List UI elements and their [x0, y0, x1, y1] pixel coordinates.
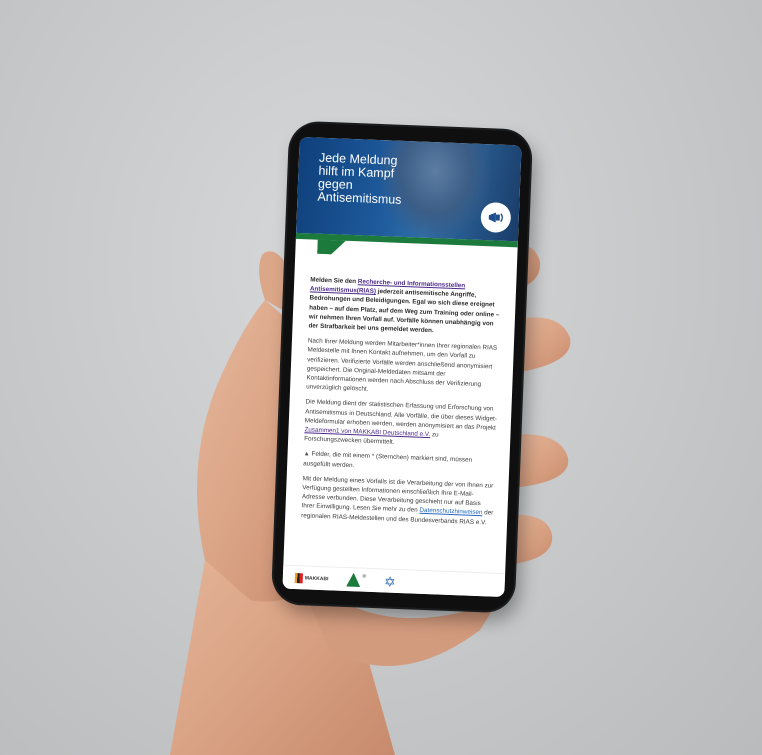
warning-icon: ▲ [303, 450, 310, 458]
privacy-paragraph: Mit der Meldung eines Vorfalls ist die V… [301, 474, 495, 527]
research-paragraph: Die Meldung dient der statistischen Erfa… [304, 398, 498, 451]
photo-scene: Jede Meldung hilft im Kampf gegen Antise… [0, 0, 762, 755]
verification-paragraph: Nach Ihrer Meldung werden Mitarbeiter*in… [306, 337, 498, 393]
intro-text-start: Melden Sie den [310, 276, 358, 286]
required-fields-note: ▲ Felder, die mit einem * (Sternchen) ma… [303, 450, 496, 476]
accent-tab [317, 239, 346, 255]
makkabi-stripes [294, 572, 304, 583]
registered-mark: ® [362, 573, 367, 580]
info-text-section: Melden Sie den Recherche- und Informatio… [285, 239, 518, 528]
hero-title: Jede Meldung hilft im Kampf gegen Antise… [317, 150, 402, 207]
hero-banner: Jede Meldung hilft im Kampf gegen Antise… [296, 136, 522, 242]
makkabi-logo: MAKKABI [294, 572, 329, 584]
required-fields-text: Felder, die mit einem * (Sternchen) mark… [303, 451, 473, 469]
intro-paragraph: Melden Sie den Recherche- und Informatio… [308, 275, 502, 338]
partner-logos: MAKKABI ® ✡ [282, 564, 506, 598]
phone-screen: Jede Meldung hilft im Kampf gegen Antise… [282, 136, 522, 598]
makkabi-logo-text: MAKKABI [304, 574, 329, 582]
green-logo: ® [346, 573, 366, 588]
intro-text-end: jederzeit antisemitische Angriffe, Bedro… [308, 288, 500, 335]
star-of-david-icon: ✡ [383, 572, 397, 590]
privacy-link[interactable]: Datenschutzhinweisen [419, 507, 482, 516]
smartphone: Jede Meldung hilft im Kampf gegen Antise… [272, 122, 532, 612]
green-triangle-logo [346, 573, 361, 588]
megaphone-icon [480, 201, 512, 234]
